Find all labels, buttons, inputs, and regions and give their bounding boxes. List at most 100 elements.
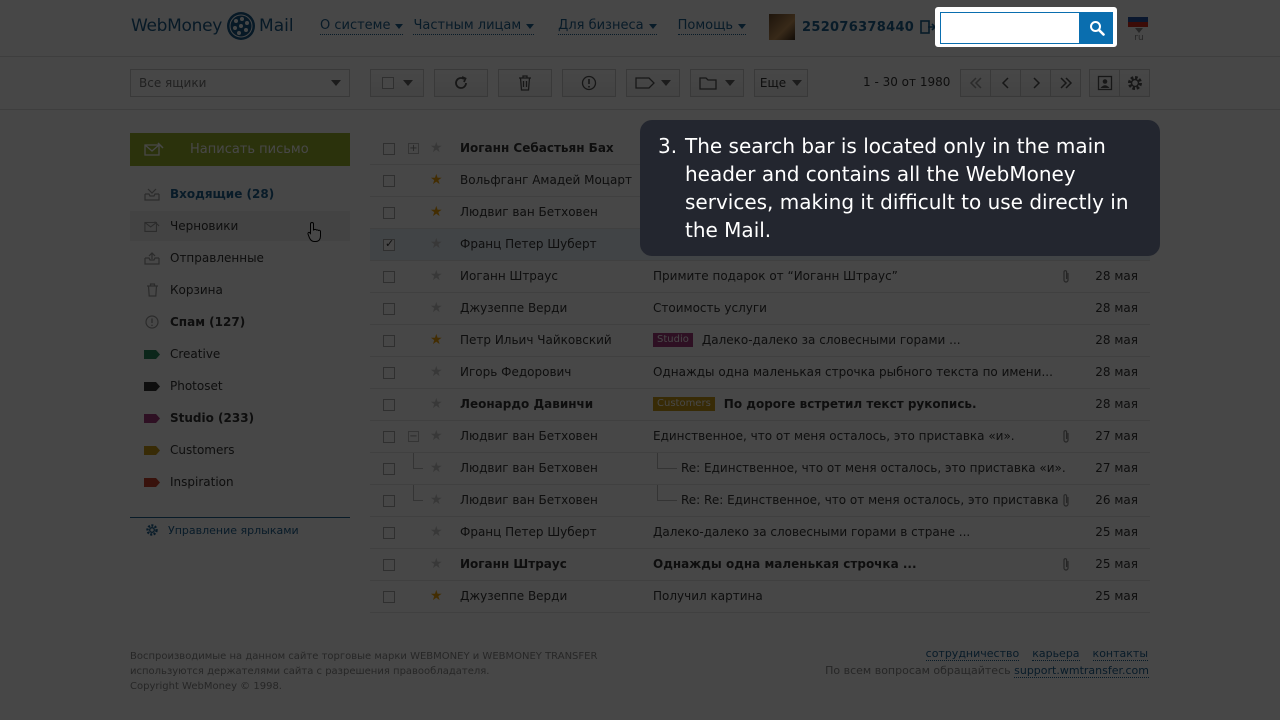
sent-icon bbox=[144, 251, 160, 265]
mail-checkbox[interactable] bbox=[383, 175, 395, 187]
star-icon[interactable]: ★ bbox=[430, 396, 443, 412]
mail-checkbox[interactable] bbox=[383, 335, 395, 347]
star-icon[interactable]: ★ bbox=[430, 172, 443, 188]
collapse-thread-icon[interactable]: − bbox=[408, 431, 419, 442]
move-folder-button[interactable] bbox=[690, 69, 744, 97]
mail-checkbox[interactable] bbox=[383, 303, 395, 315]
star-icon[interactable]: ★ bbox=[430, 556, 443, 572]
contacts-button[interactable] bbox=[1089, 69, 1120, 97]
mail-date: 28 мая bbox=[1095, 365, 1138, 379]
mail-row[interactable]: ★ Франц Петер Шуберт Далеко-далеко за слов… bbox=[370, 517, 1150, 549]
mail-checkbox[interactable] bbox=[383, 495, 395, 507]
expand-thread-icon[interactable]: + bbox=[408, 143, 419, 154]
mail-checkbox[interactable] bbox=[383, 559, 395, 571]
nav-business[interactable]: Для бизнеса bbox=[558, 18, 657, 35]
mail-row[interactable]: ★ Джузеппе Верди Стоимость услуги 28 мая bbox=[370, 293, 1150, 325]
select-all-button[interactable] bbox=[370, 69, 424, 97]
search-icon bbox=[1089, 21, 1105, 36]
mail-row[interactable]: ★ Игорь Федорович Однажды одна маленькая с… bbox=[370, 357, 1150, 389]
label-menu-button[interactable] bbox=[626, 69, 680, 97]
footer-link-contacts[interactable]: контакты bbox=[1092, 647, 1148, 661]
nav-about-system[interactable]: О системе bbox=[320, 18, 404, 35]
mail-row[interactable]: ★ Иоганн Штраус Примите подарок от “Иоганн… bbox=[370, 261, 1150, 293]
mail-checkbox[interactable] bbox=[383, 367, 395, 379]
last-page-button[interactable] bbox=[1050, 69, 1081, 97]
folder-sent[interactable]: Отправленные bbox=[130, 243, 350, 273]
mail-checkbox[interactable] bbox=[383, 237, 395, 251]
mail-row[interactable]: ★ Джузеппе Верди Получил картина 25 мая bbox=[370, 581, 1150, 613]
language-selector[interactable]: ru bbox=[1128, 12, 1150, 43]
star-icon[interactable]: ★ bbox=[430, 428, 443, 444]
mail-checkbox[interactable] bbox=[383, 463, 395, 475]
attachment-icon bbox=[1063, 494, 1069, 507]
more-button[interactable]: Еще bbox=[754, 69, 808, 97]
webmoney-mail-logo[interactable]: WebMoney Mail bbox=[131, 10, 294, 42]
refresh-button[interactable] bbox=[434, 69, 488, 97]
compose-icon bbox=[144, 141, 164, 156]
mail-row[interactable]: ★ Людвиг ван Бетховен Re: Единственное, чт… bbox=[370, 453, 1150, 485]
star-icon[interactable]: ★ bbox=[430, 492, 443, 508]
star-icon[interactable]: ★ bbox=[430, 236, 443, 252]
label-studio[interactable]: Studio (233) bbox=[130, 403, 350, 433]
folder-trash[interactable]: Корзина bbox=[130, 275, 350, 305]
star-icon[interactable]: ★ bbox=[430, 204, 443, 220]
mail-checkbox[interactable] bbox=[383, 431, 395, 443]
tag-purple-icon bbox=[144, 411, 160, 425]
nav-individuals[interactable]: Частным лицам bbox=[413, 18, 535, 35]
mail-sender: Иоганн Штраус bbox=[460, 557, 567, 571]
label-creative[interactable]: Creative bbox=[130, 339, 350, 369]
compose-button[interactable]: Написать письмо bbox=[130, 133, 350, 166]
mail-row[interactable]: ★ Иоганн Штраус Однажды одна маленькая стр… bbox=[370, 549, 1150, 581]
label-customers[interactable]: Customers bbox=[130, 435, 350, 465]
prev-page-button[interactable] bbox=[990, 69, 1021, 97]
mail-row[interactable]: ★ Людвиг ван Бетховен Re: Re: Единственное… bbox=[370, 485, 1150, 517]
avatar[interactable] bbox=[769, 14, 795, 40]
mail-checkbox[interactable] bbox=[383, 527, 395, 539]
star-icon[interactable]: ★ bbox=[430, 332, 443, 348]
support-link[interactable]: support.wmtransfer.com bbox=[1014, 664, 1149, 678]
label-photoset[interactable]: Photoset bbox=[130, 371, 350, 401]
folder-spam[interactable]: Спам (127) bbox=[130, 307, 350, 337]
star-icon[interactable]: ★ bbox=[430, 300, 443, 316]
mailbox-select[interactable]: Все ящики bbox=[130, 69, 350, 97]
nav-label: Частным лицам bbox=[413, 18, 522, 33]
mail-row[interactable]: ★ Леонардо Давинчи Customers По дороге встр… bbox=[370, 389, 1150, 421]
mail-row[interactable]: ★ Петр Ильич Чайковский Studio Далеко-далек… bbox=[370, 325, 1150, 357]
settings-button[interactable] bbox=[1119, 69, 1150, 97]
star-icon[interactable]: ★ bbox=[430, 524, 443, 540]
nav-help[interactable]: Помощь bbox=[677, 18, 746, 35]
star-icon[interactable]: ★ bbox=[430, 268, 443, 284]
mail-subject: Единственное, что от меня осталось, это … bbox=[653, 429, 1058, 443]
wmid[interactable]: 252076378440 bbox=[802, 20, 914, 35]
star-icon[interactable]: ★ bbox=[430, 364, 443, 380]
mail-checkbox[interactable] bbox=[383, 143, 395, 155]
delete-button[interactable] bbox=[498, 69, 552, 97]
label-inspiration[interactable]: Inspiration bbox=[130, 467, 350, 497]
thread-connector bbox=[657, 485, 677, 501]
folder-label: Отправленные bbox=[170, 251, 264, 265]
star-icon[interactable]: ★ bbox=[430, 140, 443, 156]
logout-icon[interactable] bbox=[920, 19, 937, 35]
search-input[interactable] bbox=[940, 12, 1080, 44]
star-icon[interactable]: ★ bbox=[430, 460, 443, 476]
mailbox-select-value: Все ящики bbox=[139, 76, 207, 90]
compose-label: Написать письмо bbox=[190, 142, 309, 157]
search-button[interactable] bbox=[1080, 12, 1113, 44]
thread-connector bbox=[413, 453, 423, 469]
folder-inbox[interactable]: Входящие (28) bbox=[130, 179, 350, 209]
star-icon[interactable]: ★ bbox=[430, 588, 443, 604]
mail-checkbox[interactable] bbox=[383, 591, 395, 603]
spam-button[interactable] bbox=[562, 69, 616, 97]
footer-link-cooperation[interactable]: сотрудничество bbox=[925, 647, 1020, 661]
manage-labels-link[interactable]: Управление ярлыками bbox=[145, 523, 299, 537]
footer-link-career[interactable]: карьера bbox=[1032, 647, 1080, 661]
mail-checkbox[interactable] bbox=[383, 399, 395, 411]
mail-checkbox[interactable] bbox=[383, 271, 395, 283]
first-page-button[interactable] bbox=[960, 69, 991, 97]
mail-subject: Re: Re: Единственное, что от меня остало… bbox=[681, 493, 1086, 507]
annotation-tooltip: 3. The search bar is located only in the… bbox=[640, 120, 1160, 256]
mail-checkbox[interactable] bbox=[383, 207, 395, 219]
language-code: ru bbox=[1134, 33, 1144, 43]
next-page-button[interactable] bbox=[1020, 69, 1051, 97]
mail-row[interactable]: − ★ Людвиг ван Бетховен Единственное, что о… bbox=[370, 421, 1150, 453]
